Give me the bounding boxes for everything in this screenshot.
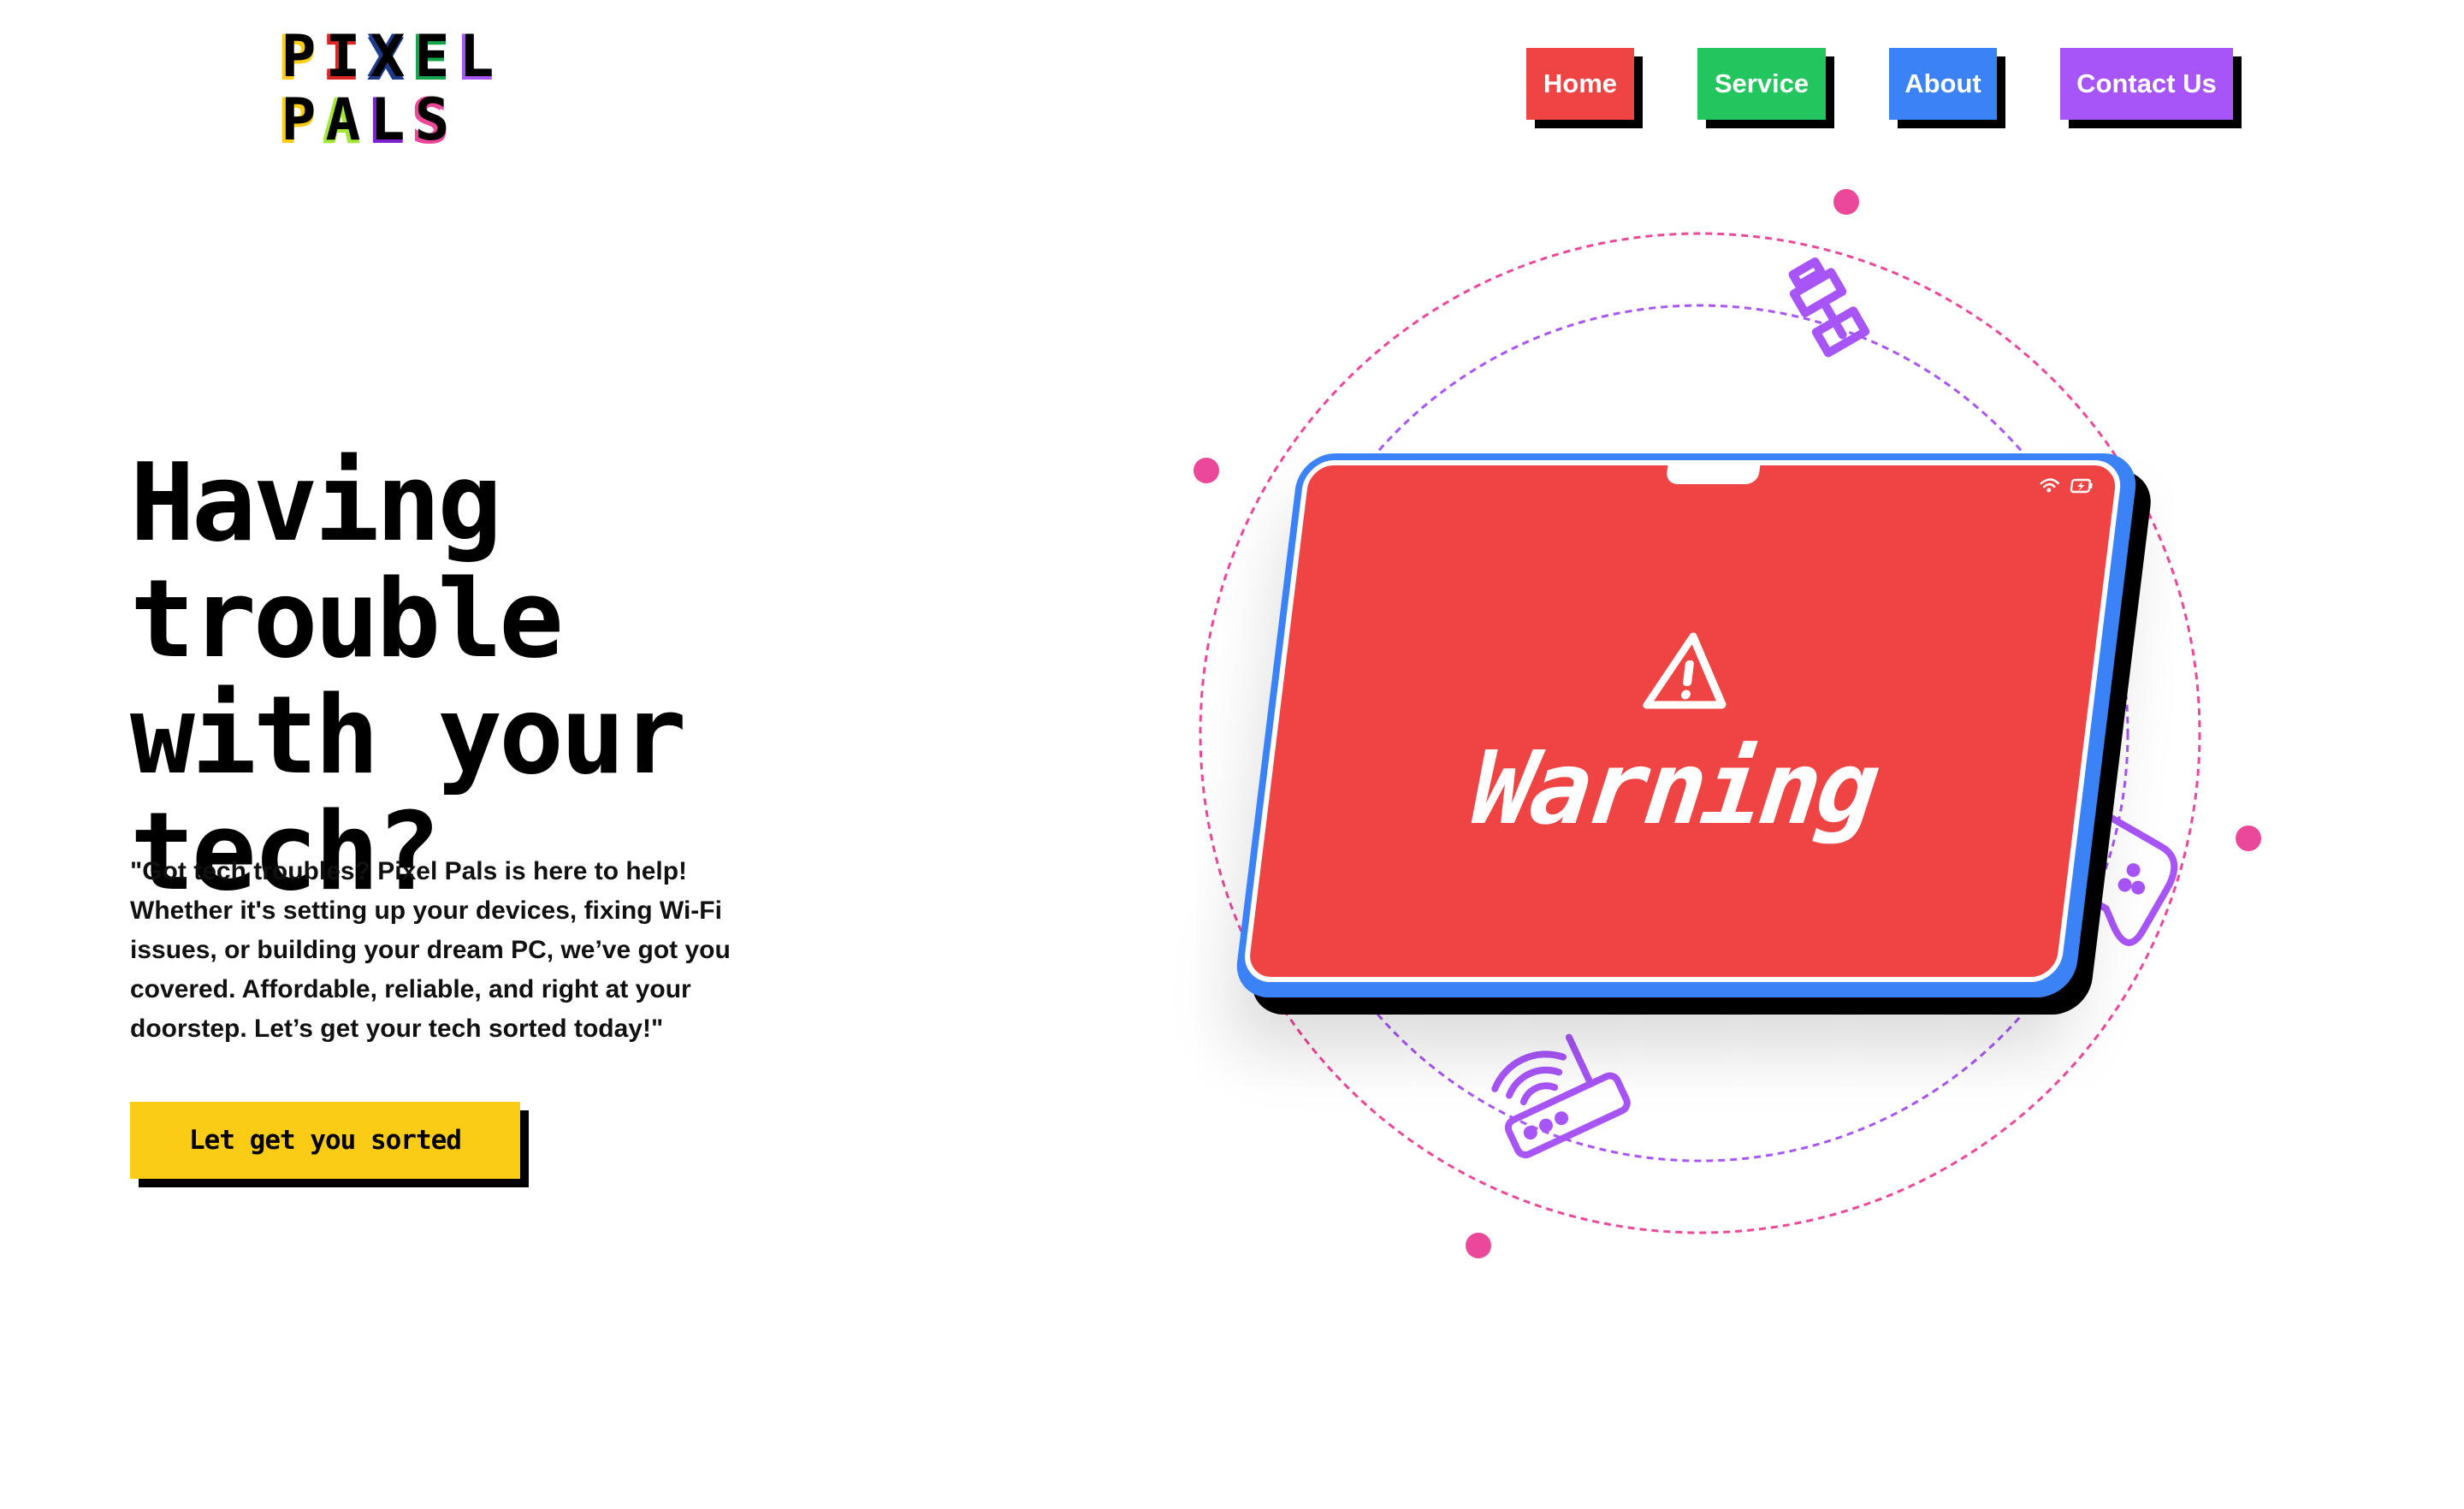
battery-icon — [2070, 478, 2093, 494]
status-bar — [2037, 477, 2094, 494]
tablet-screen: Warning — [1241, 460, 2124, 982]
wifi-icon — [2040, 478, 2060, 493]
orbit-dot — [2236, 826, 2261, 851]
orbit-dot — [1833, 189, 1859, 215]
usb-cable-icon — [1788, 257, 1870, 358]
tablet-notch — [1665, 460, 1762, 484]
wifi-router-icon — [1491, 1033, 1631, 1159]
tablet-device: Warning — [1232, 453, 2141, 997]
orbit-dot — [1466, 1233, 1491, 1258]
warning-text: Warning — [1466, 729, 1883, 847]
orbit-dot — [1194, 458, 1219, 483]
warning-icon — [1643, 632, 1727, 709]
